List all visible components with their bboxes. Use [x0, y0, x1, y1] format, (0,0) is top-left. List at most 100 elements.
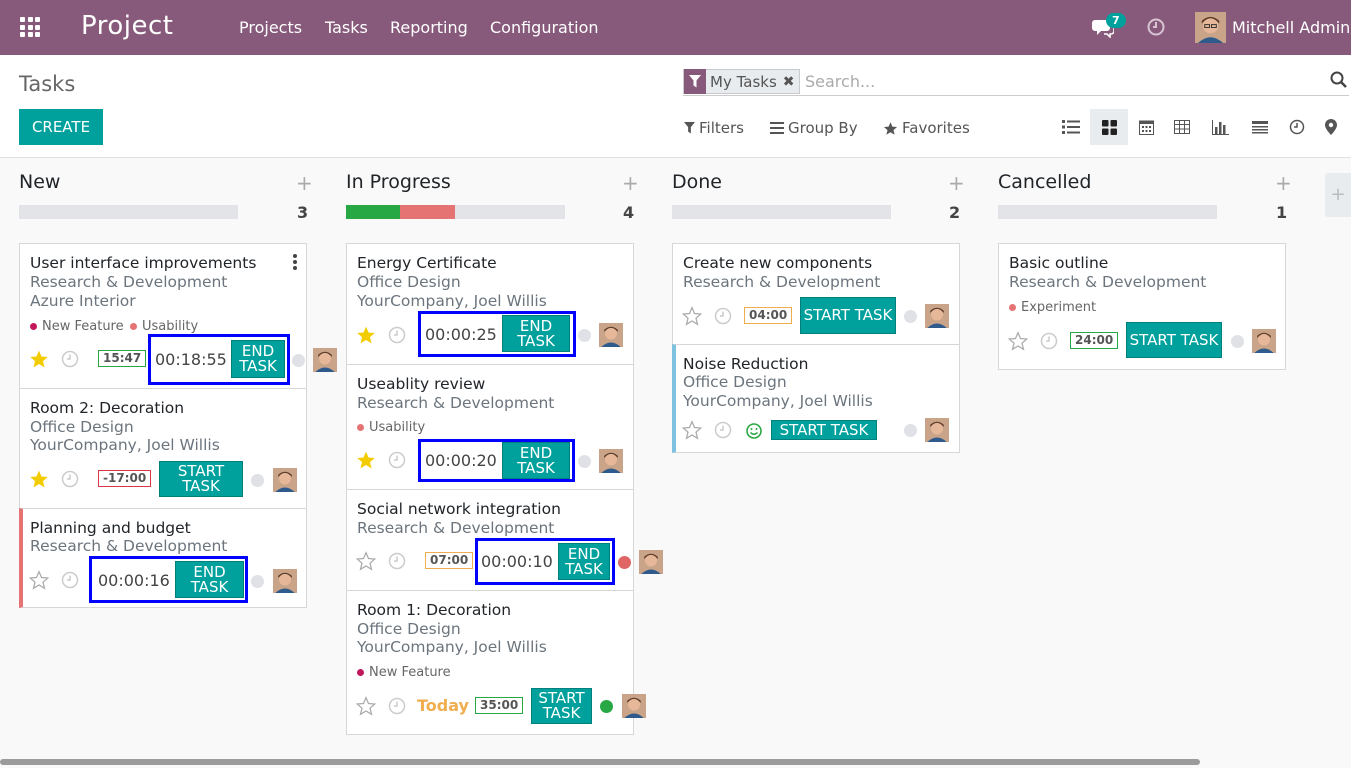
add-task-cancelled-icon[interactable]: + — [1275, 171, 1292, 195]
kanban-state-dot[interactable] — [251, 474, 264, 487]
activity-view-icon[interactable] — [1278, 109, 1316, 145]
add-column-button[interactable]: + — [1325, 173, 1351, 217]
messages-badge: 7 — [1106, 13, 1126, 28]
group-by-button[interactable]: Group By — [770, 119, 858, 137]
card-menu-icon[interactable] — [293, 254, 297, 272]
kanban-state-dot[interactable] — [904, 310, 917, 323]
column-title-new: New — [19, 171, 61, 193]
assignee-avatar[interactable] — [1252, 329, 1276, 353]
activity-clock-icon[interactable] — [1146, 17, 1166, 37]
search-input[interactable] — [805, 70, 1305, 92]
star-empty-icon[interactable] — [682, 306, 702, 326]
kanban-state-dot[interactable] — [600, 700, 613, 713]
start-task-button[interactable]: START TASK — [159, 461, 243, 497]
activity-clock-icon[interactable] — [1039, 331, 1059, 351]
activity-clock-icon[interactable] — [387, 551, 407, 571]
add-task-new-icon[interactable]: + — [296, 171, 313, 195]
star-empty-icon[interactable] — [29, 570, 49, 590]
kanban-state-dot[interactable] — [251, 575, 264, 588]
progress-segment-red[interactable] — [400, 205, 455, 219]
list-view-icon[interactable] — [1052, 109, 1090, 145]
star-filled-icon[interactable] — [29, 349, 49, 369]
filter-facet: My Tasks ✖ — [683, 69, 800, 94]
assignee-avatar[interactable] — [313, 348, 337, 372]
activity-clock-icon[interactable] — [713, 306, 733, 326]
gantt-view-icon[interactable] — [1241, 109, 1279, 145]
start-task-button[interactable]: START TASK — [771, 420, 877, 440]
calendar-view-icon[interactable] — [1127, 109, 1165, 145]
pivot-view-icon[interactable] — [1163, 109, 1201, 145]
search-icon[interactable] — [1329, 70, 1349, 90]
smiley-icon[interactable] — [744, 421, 764, 441]
activity-clock-icon[interactable] — [387, 325, 407, 345]
assignee-avatar[interactable] — [639, 550, 663, 574]
task-customer: YourCompany, Joel Willis — [357, 292, 547, 310]
start-task-button[interactable]: START TASK — [531, 688, 592, 724]
activity-clock-icon[interactable] — [60, 570, 80, 590]
assignee-avatar[interactable] — [273, 468, 297, 492]
activity-clock-icon[interactable] — [60, 469, 80, 489]
end-task-button[interactable]: END TASK — [175, 561, 244, 598]
filters-button[interactable]: Filters — [684, 119, 744, 137]
assignee-avatar[interactable] — [622, 694, 646, 718]
user-name[interactable]: Mitchell Admin — [1232, 18, 1350, 37]
kanban-state-dot[interactable] — [904, 424, 917, 437]
horizontal-scrollbar[interactable] — [0, 759, 1200, 765]
assignee-avatar[interactable] — [925, 304, 949, 328]
task-timer: 00:00:16 — [98, 571, 170, 590]
assignee-avatar[interactable] — [599, 449, 623, 473]
star-empty-icon[interactable] — [682, 420, 702, 440]
progress-bar-new[interactable] — [19, 205, 238, 219]
favorites-label: Favorites — [902, 119, 970, 137]
menu-tasks[interactable]: Tasks — [325, 18, 368, 37]
end-task-button[interactable]: END TASK — [231, 340, 285, 378]
task-customer: YourCompany, Joel Willis — [357, 638, 547, 656]
remove-facet-icon[interactable]: ✖ — [781, 74, 799, 90]
search-bar: My Tasks ✖ — [683, 68, 1349, 96]
kanban-state-dot[interactable] — [618, 556, 631, 569]
menu-reporting[interactable]: Reporting — [390, 18, 468, 37]
create-button[interactable]: CREATE — [19, 109, 103, 145]
kanban-state-dot[interactable] — [1231, 335, 1244, 348]
star-filled-icon[interactable] — [356, 450, 376, 470]
assignee-avatar[interactable] — [599, 323, 623, 347]
activity-clock-icon[interactable] — [60, 349, 80, 369]
end-task-button[interactable]: END TASK — [502, 315, 570, 352]
menu-projects[interactable]: Projects — [239, 18, 302, 37]
progress-segment-green[interactable] — [346, 205, 400, 219]
activity-clock-icon[interactable] — [713, 420, 733, 440]
task-timer: 00:00:20 — [425, 451, 497, 470]
add-task-done-icon[interactable]: + — [948, 171, 965, 195]
top-navbar: Project Projects Tasks Reporting Configu… — [0, 0, 1351, 55]
add-task-in-progress-icon[interactable]: + — [622, 171, 639, 195]
assignee-avatar[interactable] — [925, 418, 949, 442]
menu-configuration[interactable]: Configuration — [490, 18, 599, 37]
kanban-state-dot[interactable] — [292, 354, 305, 367]
start-task-button[interactable]: START TASK — [800, 297, 896, 334]
star-empty-icon[interactable] — [1008, 331, 1028, 351]
progress-bar-in-progress[interactable] — [346, 205, 565, 219]
activity-clock-icon[interactable] — [387, 696, 407, 716]
kanban-state-dot[interactable] — [578, 329, 591, 342]
star-filled-icon[interactable] — [29, 469, 49, 489]
map-view-icon[interactable] — [1312, 109, 1350, 145]
list-bars-icon — [770, 122, 784, 134]
assignee-avatar[interactable] — [273, 569, 297, 593]
star-filled-icon[interactable] — [356, 325, 376, 345]
graph-view-icon[interactable] — [1201, 109, 1239, 145]
kanban-view-icon[interactable] — [1090, 109, 1128, 145]
app-brand[interactable]: Project — [81, 11, 173, 41]
kanban-state-dot[interactable] — [578, 455, 591, 468]
end-task-button[interactable]: END TASK — [502, 442, 570, 479]
app-menu-icon[interactable] — [20, 17, 40, 37]
user-avatar[interactable] — [1195, 12, 1226, 43]
activity-clock-icon[interactable] — [387, 450, 407, 470]
progress-bar-cancelled[interactable] — [998, 205, 1217, 219]
breadcrumb: Tasks — [19, 72, 76, 96]
favorites-button[interactable]: Favorites — [883, 119, 970, 137]
star-empty-icon[interactable] — [356, 696, 376, 716]
progress-bar-done[interactable] — [672, 205, 891, 219]
start-task-button[interactable]: START TASK — [1126, 322, 1222, 358]
end-task-button[interactable]: END TASK — [558, 543, 610, 580]
star-empty-icon[interactable] — [356, 551, 376, 571]
